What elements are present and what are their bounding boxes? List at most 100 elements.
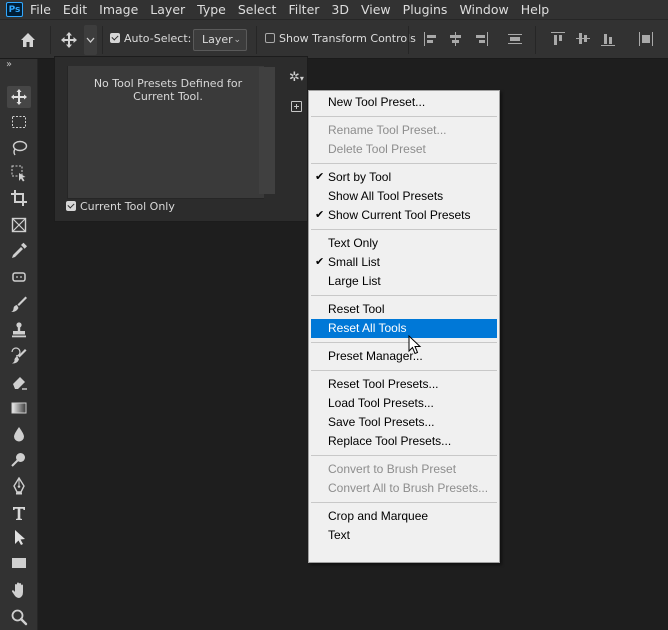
auto-select-target-value: Layer: [202, 33, 233, 46]
menu-item-show-current-tool-presets[interactable]: ✔ Show Current Tool Presets: [311, 206, 497, 225]
align-bottom-edges-button[interactable]: [601, 32, 615, 46]
menu-item-label: Reset Tool Presets...: [328, 377, 439, 391]
current-tool-only-label: Current Tool Only: [80, 200, 175, 213]
menu-help[interactable]: Help: [521, 2, 550, 17]
chevron-down-icon: [86, 37, 95, 43]
lasso-icon: [12, 140, 28, 156]
menu-layer[interactable]: Layer: [150, 2, 185, 17]
menu-item-load-tool-presets[interactable]: Load Tool Presets...: [311, 394, 497, 413]
menu-item-label: Convert to Brush Preset: [328, 462, 457, 476]
dodge-icon: [11, 453, 25, 467]
menu-edit[interactable]: Edit: [63, 2, 87, 17]
menu-separator: [311, 455, 497, 456]
history-brush-tool[interactable]: [7, 345, 31, 367]
menu-item-save-tool-presets[interactable]: Save Tool Presets...: [311, 413, 497, 432]
healing-icon: [12, 272, 26, 282]
eraser-tool[interactable]: [7, 371, 31, 393]
zoom-tool[interactable]: [7, 606, 31, 628]
show-transform-controls-checkbox[interactable]: Show Transform Controls: [265, 32, 416, 45]
menu-select[interactable]: Select: [238, 2, 277, 17]
menu-window[interactable]: Window: [459, 2, 508, 17]
brush-tool[interactable]: [7, 293, 31, 315]
home-icon: [21, 33, 35, 47]
hand-tool[interactable]: [7, 579, 31, 601]
auto-select-checkbox[interactable]: Auto-Select:: [110, 32, 191, 45]
menu-item-reset-tool-presets[interactable]: Reset Tool Presets...: [311, 375, 497, 394]
menu-item-label: Reset All Tools: [328, 321, 407, 335]
checkbox-checked-icon: [66, 201, 76, 211]
menu-item-reset-tool[interactable]: Reset Tool: [311, 300, 497, 319]
checkmark-icon: ✔: [315, 209, 325, 221]
checkbox-checked-icon: [110, 33, 120, 43]
menu-item-crop-and-marquee[interactable]: Crop and Marquee: [311, 507, 497, 526]
menu-image[interactable]: Image: [99, 2, 138, 17]
menu-item-text[interactable]: Text: [311, 526, 497, 545]
auto-select-target-dropdown[interactable]: Layer ⌄: [193, 29, 247, 51]
move-tool-preset-button[interactable]: [59, 30, 81, 50]
gradient-tool[interactable]: [7, 397, 31, 419]
menu-item-large-list[interactable]: Large List: [311, 272, 497, 291]
menu-type[interactable]: Type: [197, 2, 226, 17]
collapse-panel-button[interactable]: ››: [6, 59, 12, 70]
tools-panel: ››: [0, 59, 38, 630]
home-button[interactable]: [18, 30, 38, 50]
preset-panel-settings-button[interactable]: ✲▾: [289, 70, 307, 86]
separator: [102, 26, 103, 54]
menu-plugins[interactable]: Plugins: [403, 2, 448, 17]
pen-tool[interactable]: [7, 475, 31, 497]
align-top-edges-button[interactable]: [551, 32, 565, 46]
frame-tool[interactable]: [7, 214, 31, 236]
distribute-vertical-button[interactable]: [639, 32, 653, 46]
menu-view[interactable]: View: [361, 2, 391, 17]
path-selection-icon: [15, 530, 25, 545]
spot-healing-brush-tool[interactable]: [7, 266, 31, 288]
distribute-button[interactable]: [508, 32, 522, 46]
menu-separator: [311, 370, 497, 371]
menu-item-show-all-tool-presets[interactable]: Show All Tool Presets: [311, 187, 497, 206]
tool-preset-list[interactable]: No Tool Presets Defined for Current Tool…: [67, 66, 264, 199]
eraser-icon: [13, 377, 27, 390]
type-tool[interactable]: [7, 502, 31, 524]
object-selection-tool[interactable]: [7, 162, 31, 184]
menu-file[interactable]: File: [30, 2, 51, 17]
menu-item-sort-by-tool[interactable]: ✔ Sort by Tool: [311, 168, 497, 187]
tool-preset-picker-toggle[interactable]: [84, 25, 97, 55]
menu-3d[interactable]: 3D: [331, 2, 349, 17]
menu-item-reset-all-tools[interactable]: Reset All Tools: [311, 319, 497, 338]
menu-item-text-only[interactable]: Text Only: [311, 234, 497, 253]
menu-item-small-list[interactable]: ✔ Small List: [311, 253, 497, 272]
separator: [50, 26, 51, 54]
align-right-edges-button[interactable]: [474, 32, 488, 46]
align-horizontal-centers-button[interactable]: [449, 32, 463, 46]
menu-item-label: Load Tool Presets...: [328, 396, 434, 410]
hand-icon: [11, 582, 23, 598]
gradient-icon: [11, 402, 27, 414]
menu-item-label: Crop and Marquee: [328, 509, 429, 523]
new-tool-preset-button[interactable]: [291, 101, 302, 112]
menu-item-replace-tool-presets[interactable]: Replace Tool Presets...: [311, 432, 497, 451]
align-vertical-centers-button[interactable]: [576, 32, 590, 46]
menu-filter[interactable]: Filter: [288, 2, 319, 17]
crop-tool[interactable]: [7, 187, 31, 209]
menu-item-label: Show All Tool Presets: [328, 189, 444, 203]
menu-item-new-tool-preset[interactable]: New Tool Preset...: [311, 93, 497, 112]
preset-list-scrollbar[interactable]: [259, 67, 275, 194]
menu-item-label: Convert All to Brush Presets...: [328, 481, 489, 495]
blur-tool[interactable]: [7, 423, 31, 445]
align-left-icon: [424, 32, 425, 46]
chevron-down-icon: ▾: [299, 74, 304, 83]
path-selection-tool[interactable]: [7, 526, 31, 548]
clone-stamp-tool[interactable]: [7, 319, 31, 341]
rectangle-tool[interactable]: [7, 552, 31, 574]
move-tool[interactable]: [7, 86, 31, 108]
current-tool-only-checkbox[interactable]: Current Tool Only: [66, 200, 175, 213]
menu-item-label: Large List: [328, 274, 381, 288]
menu-item-label: Show Current Tool Presets: [328, 208, 471, 222]
lasso-tool[interactable]: [7, 137, 31, 159]
dodge-tool[interactable]: [7, 449, 31, 471]
align-left-edges-button[interactable]: [424, 32, 438, 46]
rectangular-marquee-tool[interactable]: [7, 111, 31, 133]
show-transform-controls-label: Show Transform Controls: [279, 32, 416, 45]
eyedropper-tool[interactable]: [7, 240, 31, 262]
menu-item-preset-manager[interactable]: Preset Manager...: [311, 347, 497, 366]
